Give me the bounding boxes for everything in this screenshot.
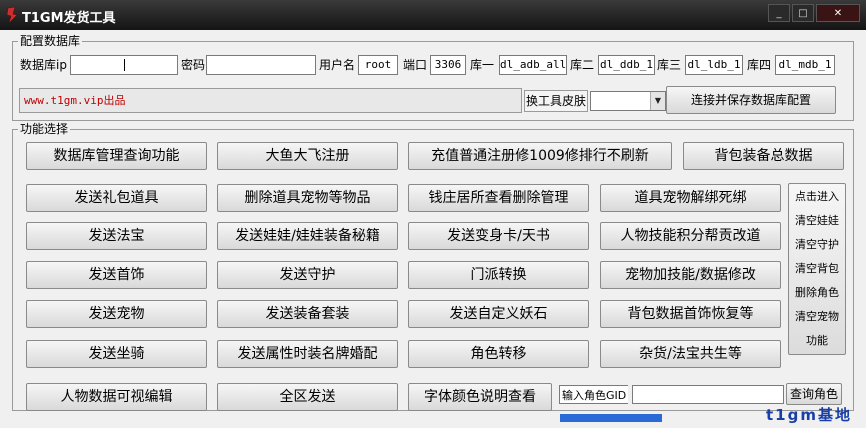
bank-house-manage-button[interactable]: 钱庄居所查看删除管理 bbox=[408, 184, 589, 212]
skin-label: 换工具皮肤 bbox=[524, 90, 588, 112]
db-manage-query-button[interactable]: 数据库管理查询功能 bbox=[26, 142, 207, 170]
chevron-down-icon[interactable]: ▼ bbox=[650, 92, 665, 110]
side-line-3: 清空守护 bbox=[795, 238, 839, 251]
register-button[interactable]: 大鱼大飞注册 bbox=[217, 142, 398, 170]
db1-label: 库一 bbox=[470, 58, 495, 72]
text-caret bbox=[124, 59, 125, 71]
role-transfer-button[interactable]: 角色转移 bbox=[408, 340, 589, 368]
db2-label: 库二 bbox=[570, 58, 595, 72]
close-icon[interactable]: ✕ bbox=[816, 4, 860, 22]
gid-label: 输入角色GID bbox=[559, 385, 629, 404]
db-user-input[interactable]: root bbox=[358, 55, 398, 75]
side-line-1: 点击进入 bbox=[795, 190, 839, 203]
send-fashion-button[interactable]: 发送属性时装名牌婚配 bbox=[217, 340, 398, 368]
db-port-label: 端口 bbox=[403, 58, 428, 72]
font-color-help-button[interactable]: 字体颜色说明查看 bbox=[408, 383, 552, 411]
send-guardian-button[interactable]: 发送守护 bbox=[217, 261, 398, 289]
gid-input[interactable] bbox=[632, 385, 784, 404]
bag-data-restore-button[interactable]: 背包数据首饰恢复等 bbox=[600, 300, 781, 328]
side-line-2: 清空娃娃 bbox=[795, 214, 839, 227]
db1-input[interactable]: dl_adb_all bbox=[499, 55, 567, 75]
window-controls: _ □ ✕ bbox=[768, 4, 860, 22]
unbind-items-button[interactable]: 道具宠物解绑死绑 bbox=[600, 184, 781, 212]
side-line-6: 清空宠物 bbox=[795, 310, 839, 323]
db-ip-label: 数据库ip bbox=[20, 58, 67, 72]
misc-coexist-button[interactable]: 杂货/法宝共生等 bbox=[600, 340, 781, 368]
delete-items-button[interactable]: 删除道具宠物等物品 bbox=[217, 184, 398, 212]
sect-transfer-button[interactable]: 门派转换 bbox=[408, 261, 589, 289]
db4-input[interactable]: dl_mdb_1 bbox=[775, 55, 835, 75]
db-port-input[interactable]: 3306 bbox=[430, 55, 466, 75]
brand-text: t1gm基地 bbox=[766, 406, 852, 424]
db-password-label: 密码 bbox=[181, 58, 206, 72]
side-line-7: 功能 bbox=[806, 334, 828, 347]
info-bar: www.t1gm.vip出品 bbox=[19, 88, 522, 113]
window-title: T1GM发货工具 bbox=[22, 11, 116, 26]
send-jewelry-button[interactable]: 发送首饰 bbox=[26, 261, 207, 289]
function-legend: 功能选择 bbox=[18, 122, 71, 136]
db4-label: 库四 bbox=[747, 58, 772, 72]
db-user-label: 用户名 bbox=[319, 58, 356, 72]
taskbar-strip bbox=[560, 414, 662, 422]
skill-points-button[interactable]: 人物技能积分帮贡改道 bbox=[600, 222, 781, 250]
side-line-5: 删除角色 bbox=[795, 286, 839, 299]
send-doll-button[interactable]: 发送娃娃/娃娃装备秘籍 bbox=[217, 222, 398, 250]
pet-skill-edit-button[interactable]: 宠物加技能/数据修改 bbox=[600, 261, 781, 289]
db3-input[interactable]: dl_ldb_1 bbox=[685, 55, 743, 75]
db-config-legend: 配置数据库 bbox=[18, 34, 83, 48]
app-icon bbox=[6, 6, 18, 24]
connect-save-button[interactable]: 连接并保存数据库配置 bbox=[666, 86, 836, 114]
skin-select[interactable]: ▼ bbox=[590, 91, 666, 111]
bag-equip-data-button[interactable]: 背包装备总数据 bbox=[683, 142, 844, 170]
send-pet-button[interactable]: 发送宠物 bbox=[26, 300, 207, 328]
send-transform-card-button[interactable]: 发送变身卡/天书 bbox=[408, 222, 589, 250]
clear-functions-button[interactable]: 点击进入 清空娃娃 清空守护 清空背包 删除角色 清空宠物 功能 bbox=[788, 183, 846, 355]
db-password-input[interactable] bbox=[206, 55, 316, 75]
minimize-icon[interactable]: _ bbox=[768, 4, 790, 22]
send-gift-item-button[interactable]: 发送礼包道具 bbox=[26, 184, 207, 212]
maximize-icon[interactable]: □ bbox=[792, 4, 814, 22]
db-ip-input[interactable] bbox=[70, 55, 178, 75]
visual-edit-button[interactable]: 人物数据可视编辑 bbox=[26, 383, 207, 411]
send-custom-stone-button[interactable]: 发送自定义妖石 bbox=[408, 300, 589, 328]
send-mount-button[interactable]: 发送坐骑 bbox=[26, 340, 207, 368]
db2-input[interactable]: dl_ddb_1 bbox=[598, 55, 655, 75]
all-server-send-button[interactable]: 全区发送 bbox=[217, 383, 398, 411]
recharge-register-button[interactable]: 充值普通注册修1009修排行不刷新 bbox=[408, 142, 672, 170]
side-line-4: 清空背包 bbox=[795, 262, 839, 275]
query-role-button[interactable]: 查询角色 bbox=[786, 383, 842, 405]
app-window: T1GM发货工具 _ □ ✕ 配置数据库 数据库ip 密码 用户名 root 端… bbox=[0, 0, 866, 428]
title-bar[interactable]: T1GM发货工具 _ □ ✕ bbox=[0, 0, 866, 30]
db3-label: 库三 bbox=[657, 58, 682, 72]
send-equip-set-button[interactable]: 发送装备套装 bbox=[217, 300, 398, 328]
send-treasure-button[interactable]: 发送法宝 bbox=[26, 222, 207, 250]
